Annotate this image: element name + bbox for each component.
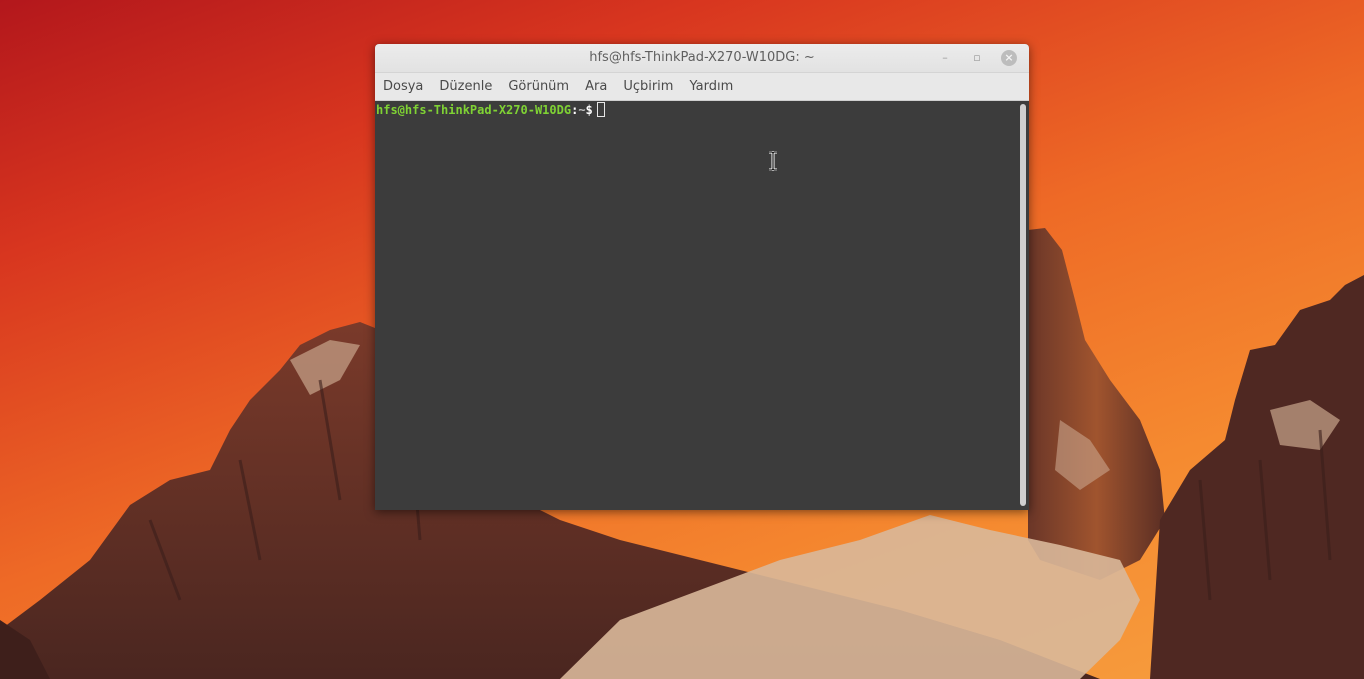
mountain-right-tower (1028, 228, 1165, 580)
minimize-button[interactable]: – (937, 50, 953, 66)
menu-ara[interactable]: Ara (585, 76, 607, 97)
prompt-symbol: $ (585, 103, 593, 117)
menu-bar: Dosya Düzenle Görünüm Ara Uçbirim Yardım (375, 73, 1029, 101)
terminal-output[interactable]: hfs@hfs-ThinkPad-X270-W10DG:~$ (375, 101, 1029, 510)
window-title: hfs@hfs-ThinkPad-X270-W10DG: ~ (589, 50, 815, 65)
menu-gorunum[interactable]: Görünüm (508, 76, 569, 97)
prompt-path: ~ (578, 103, 586, 117)
close-button[interactable]: × (1001, 50, 1017, 66)
menu-duzenle[interactable]: Düzenle (439, 76, 492, 97)
ibeam-cursor-icon (769, 151, 777, 171)
menu-yardim[interactable]: Yardım (689, 76, 733, 97)
prompt-line: hfs@hfs-ThinkPad-X270-W10DG:~$ (376, 102, 1029, 118)
window-controls: – ▫ × (937, 50, 1017, 66)
terminal-window[interactable]: hfs@hfs-ThinkPad-X270-W10DG: ~ – ▫ × Dos… (375, 44, 1029, 510)
maximize-button[interactable]: ▫ (969, 50, 985, 66)
terminal-scrollbar[interactable] (1020, 104, 1026, 506)
text-cursor (596, 102, 605, 117)
menu-dosya[interactable]: Dosya (383, 76, 423, 97)
window-titlebar[interactable]: hfs@hfs-ThinkPad-X270-W10DG: ~ – ▫ × (375, 44, 1029, 73)
menu-ucbirim[interactable]: Uçbirim (623, 76, 673, 97)
prompt-user-host: hfs@hfs-ThinkPad-X270-W10DG (376, 103, 572, 117)
mountain-far-right (1150, 275, 1364, 679)
